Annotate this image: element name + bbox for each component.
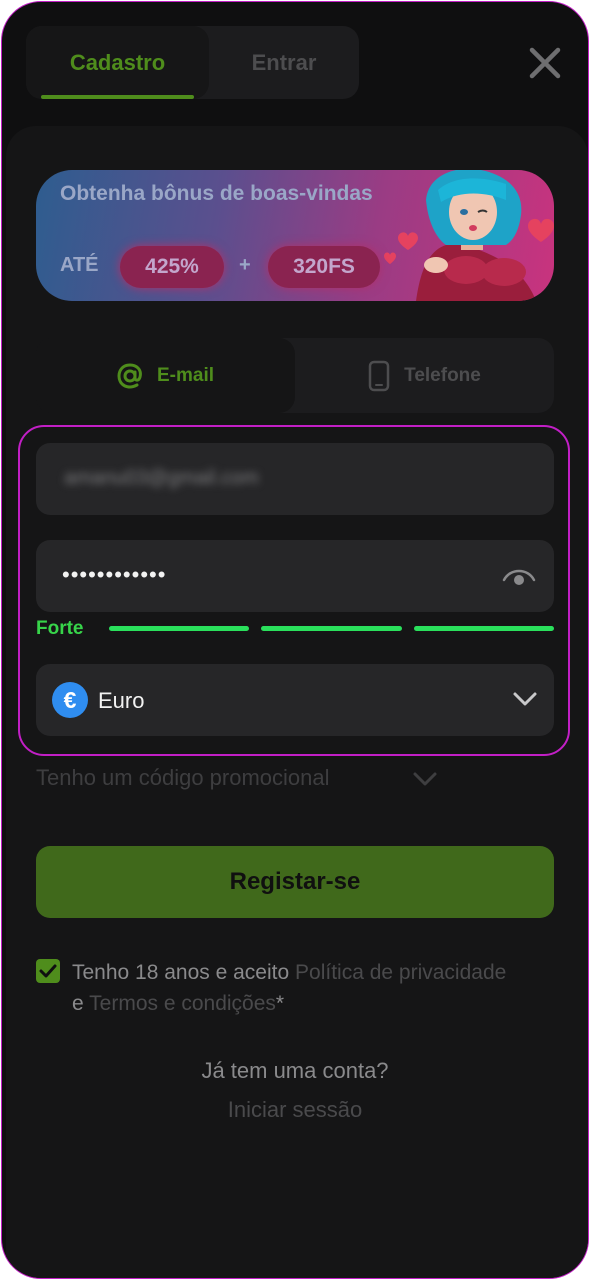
password-value: ••••••••••••	[62, 562, 167, 587]
method-phone[interactable]: Telefone	[295, 338, 554, 413]
tab-login[interactable]: Entrar	[209, 26, 359, 99]
at-sign-icon	[117, 362, 142, 389]
email-field[interactable]: amanu03@gmail.com	[36, 443, 554, 515]
terms-checkbox[interactable]	[36, 959, 60, 983]
strength-bar-1	[109, 626, 249, 631]
email-value: amanu03@gmail.com	[64, 467, 259, 489]
terms-prefix: Tenho 18 anos e aceito	[72, 961, 290, 984]
registration-method-switch: E-mail Telefone	[36, 338, 554, 413]
auth-tabs: Cadastro Entrar	[26, 26, 359, 99]
bonus-percent-pill: 425%	[120, 246, 224, 288]
euro-icon: €	[52, 682, 88, 718]
method-email-label: E-mail	[156, 364, 215, 386]
promo-chevron-down-icon[interactable]	[412, 770, 438, 788]
check-icon	[39, 964, 57, 978]
password-field[interactable]: ••••••••••••	[36, 540, 554, 612]
promo-code-toggle[interactable]: Tenho um código promocional	[36, 765, 330, 791]
strength-bar-3	[414, 626, 554, 631]
currency-select[interactable]: € Euro	[36, 664, 554, 736]
terms-and: e	[72, 992, 84, 1015]
welcome-bonus-banner[interactable]: Obtenha bônus de boas-vindas ATÉ 425% + …	[36, 170, 554, 301]
banner-plus: +	[239, 254, 251, 276]
free-spins-pill: 320FS	[268, 246, 380, 288]
active-tab-indicator	[41, 95, 194, 99]
chevron-down-icon	[513, 692, 537, 706]
tab-login-label: Entrar	[251, 49, 317, 75]
register-button[interactable]: Registar-se	[36, 846, 554, 918]
strength-bar-2	[261, 626, 402, 631]
method-phone-label: Telefone	[404, 364, 481, 386]
have-account-text: Já tem uma conta?	[201, 1058, 389, 1083]
password-strength-label: Forte	[36, 618, 84, 639]
tab-register-label: Cadastro	[69, 49, 166, 75]
close-icon[interactable]	[528, 46, 562, 80]
method-email[interactable]: E-mail	[36, 338, 295, 413]
terms-asterisk: *	[275, 992, 285, 1015]
phone-icon	[368, 360, 390, 391]
tab-register[interactable]: Cadastro	[26, 26, 209, 99]
login-link[interactable]: Iniciar sessão	[0, 1097, 590, 1123]
banner-upto: ATÉ	[60, 254, 99, 276]
terms-text: Tenho 18 anos e aceito Política de priva…	[72, 957, 512, 1019]
privacy-policy-link[interactable]: Política de privacidade	[295, 961, 506, 984]
banner-title: Obtenha bônus de boas-vindas	[60, 182, 373, 205]
terms-conditions-link[interactable]: Termos e condições	[89, 992, 276, 1015]
currency-value: Euro	[98, 688, 145, 713]
eye-icon[interactable]	[502, 564, 536, 588]
